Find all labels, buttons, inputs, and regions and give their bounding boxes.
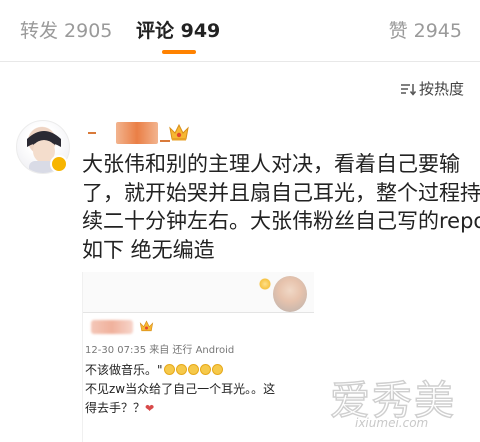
comment-text: 大张伟和别的主理人对决，看着自己要输 了，就开始哭并且扇自己耳光，整个过程持 续… [82,150,480,264]
comment-line: 大张伟和别的主理人对决，看着自己要输 [82,152,460,176]
crying-emoji-icon [187,364,199,375]
crown-icon [169,123,189,141]
comment-line: 续二十分钟左右。大张伟粉丝自己写的repo [82,209,480,233]
screenshot-text-line: 不该做音乐。" [85,361,223,378]
active-tab-indicator [162,50,196,54]
screenshot-avatar [273,276,307,312]
watermark-url: ixiumei.com [355,416,429,430]
username-blurred[interactable] [88,122,178,144]
sticker-icon [259,278,271,290]
crying-emoji-icon [175,364,187,375]
divider [83,312,314,313]
comment-line: 如下 绝无编造 [82,237,215,262]
screenshot-text-line: 得去手？？❤ [85,401,155,415]
tab-comments[interactable]: 评论 949 [136,16,220,43]
tab-likes[interactable]: 赞 2945 [389,16,462,43]
tab-repost[interactable]: 转发 2905 [20,16,112,43]
crying-emoji-icon [199,364,211,375]
sort-icon [400,83,416,96]
crown-icon [139,320,154,332]
sort-by-hot-button[interactable]: 按热度 [400,78,464,99]
broken-heart-icon: ❤ [145,402,155,415]
verified-badge-icon [50,155,68,173]
screenshot-text-line: 不见zw当众给了自己一个耳光。。这 [85,382,276,396]
crying-emoji-icon [163,364,175,375]
screenshot-username-blurred [91,320,133,334]
screenshot-meta: 12-30 07:35 来自 还行 Android [85,345,235,356]
tab-bar: 转发 2905 评论 949 赞 2945 [0,0,480,62]
attached-screenshot[interactable]: 12-30 07:35 来自 还行 Android 不该做音乐。" 不见zw当众… [82,272,314,442]
sort-label: 按热度 [418,80,464,98]
crying-emoji-icon [211,364,223,375]
comment-line: 了，就开始哭并且扇自己耳光，整个过程持 [82,180,480,205]
